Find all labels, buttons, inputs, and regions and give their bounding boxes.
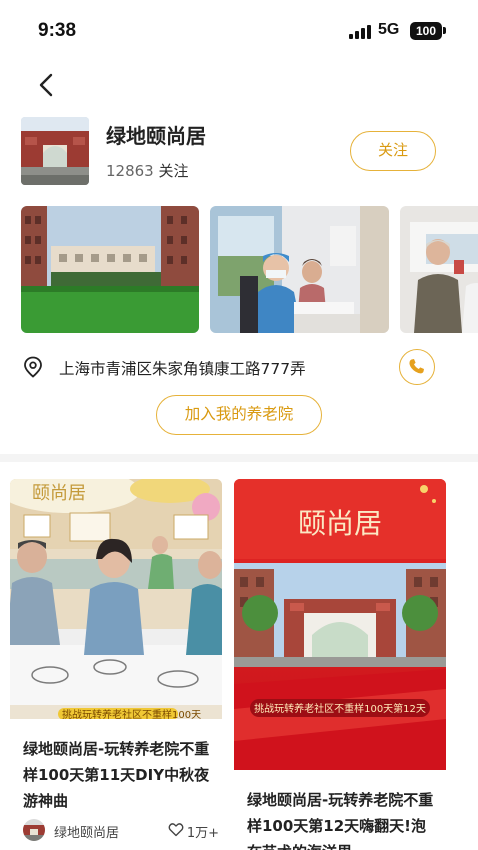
nursing-home-page: 9:38 5G 100 绿地颐尚居 12863 关注 关注 上海市青浦区朱家角镇… (0, 0, 478, 850)
gallery-photo[interactable] (21, 206, 199, 333)
author-avatar (23, 819, 45, 841)
follow-button[interactable]: 关注 (350, 131, 436, 171)
status-bar: 9:38 5G 100 (0, 0, 478, 60)
section-divider (0, 454, 478, 462)
card-image: 颐尚居 (234, 479, 446, 770)
battery-icon: 100 (410, 22, 442, 40)
like-count: 1万+ (186, 826, 219, 841)
join-my-nursing-home-button[interactable]: 加入我的养老院 (156, 395, 322, 435)
card-image: 颐尚居 (10, 479, 222, 719)
follower-number: 12863 (106, 162, 154, 180)
back-button[interactable] (34, 72, 60, 98)
signal-icon (349, 25, 371, 39)
network-type: 5G (378, 21, 400, 38)
photo-gallery[interactable] (0, 206, 478, 334)
card-image-heading: 颐尚居 (298, 507, 382, 540)
card-image-banner: 挑战玩转养老社区不重样100天第12天 (254, 702, 426, 715)
call-button[interactable] (399, 349, 435, 385)
nursing-home-avatar[interactable] (21, 117, 89, 185)
status-time: 9:38 (38, 20, 77, 41)
chevron-left-icon (39, 73, 53, 97)
svg-text:颐尚居: 颐尚居 (32, 483, 86, 504)
feed-card[interactable]: 颐尚居 (10, 479, 222, 850)
card-image-banner: 挑战玩转养老社区不重样100天 (62, 708, 201, 719)
feed-card[interactable]: 颐尚居 (234, 479, 446, 850)
phone-icon (409, 359, 424, 374)
card-title: 绿地颐尚居-玩转养老院不重样100天第12天嗨翻天!泡在艺术的海洋里 (247, 791, 434, 850)
follower-count: 12863 关注 (106, 160, 189, 181)
author-name: 绿地颐尚居 (54, 826, 120, 841)
address-text: 上海市青浦区朱家角镇康工路777弄 (59, 360, 306, 378)
page-title: 绿地颐尚居 (106, 124, 206, 148)
heart-icon[interactable] (168, 822, 184, 837)
gallery-photo[interactable] (400, 206, 478, 333)
card-meta: 绿地颐尚居 1万+ (23, 819, 219, 841)
follower-label: 关注 (158, 162, 189, 180)
map-pin-icon (24, 356, 42, 378)
card-title: 绿地颐尚居-玩转养老院不重样100天第11天DIY中秋夜游神曲 (23, 740, 210, 810)
battery-tip (443, 27, 446, 34)
gallery-photo[interactable] (210, 206, 389, 333)
